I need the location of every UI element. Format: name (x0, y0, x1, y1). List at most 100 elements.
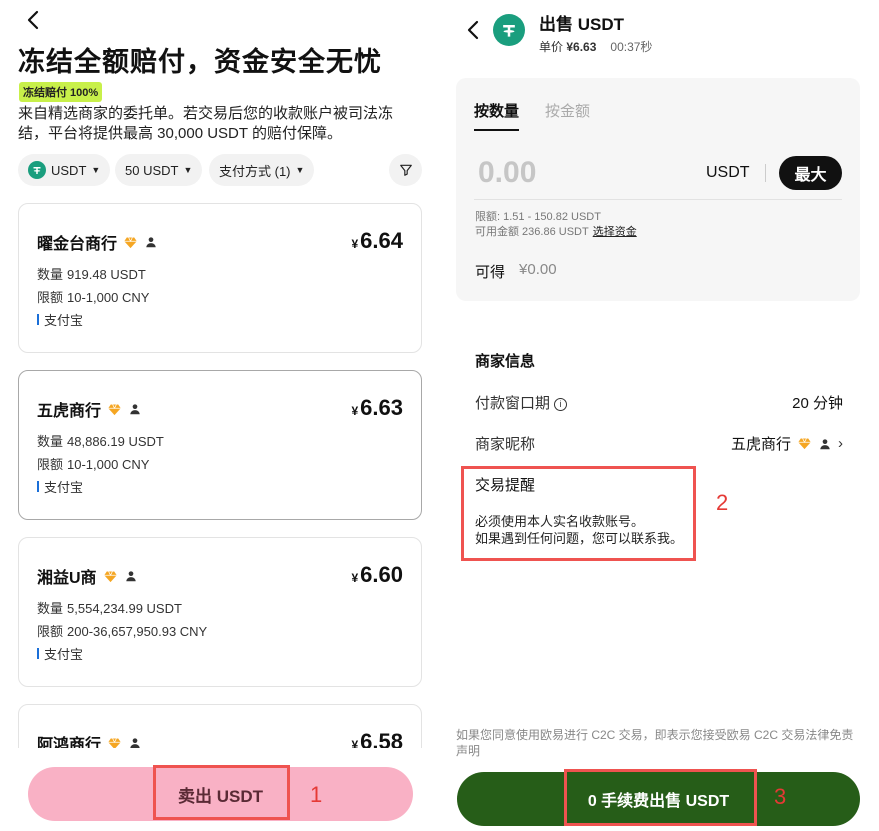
merchant-name: 五虎商行 (37, 403, 102, 420)
annotation-number-1: 1 (310, 782, 323, 807)
limit-label: 限额 (37, 624, 64, 639)
available-row: 可用金额 236.86 USDT 选择资金 (475, 225, 637, 240)
price-value: 6.63 (360, 395, 403, 420)
nickname-value-wrap: 五虎商行 › (731, 433, 843, 454)
merchant-info-title: 商家信息 (475, 353, 536, 370)
payment-color-bar (37, 648, 39, 659)
limit-value: 10-1,000 CNY (67, 290, 150, 305)
offer-list: 曜金台商行 ¥6.64 数量 919.48 USDT 限额 10-1,000 CNY… (18, 203, 422, 748)
filter-button[interactable] (389, 154, 422, 186)
quantity-value: 5,554,234.99 USDT (67, 601, 182, 616)
diamond-icon (798, 438, 811, 450)
currency-symbol: ¥ (351, 237, 359, 251)
verified-user-icon (125, 571, 136, 582)
offer-price: ¥6.60 (351, 562, 403, 588)
payment-method: 支付宝 (37, 310, 83, 329)
limit-value: 200-36,657,950.93 CNY (67, 624, 208, 639)
merchant-nickname-row[interactable]: 商家昵称 五虎商行 › (475, 433, 843, 454)
limit-text: 限额: 1.51 - 150.82 USDT (475, 211, 601, 223)
unit-price: 单价 ¥6.63 (539, 38, 596, 55)
merchant-list-screen: 冻结全额赔付，资金安全无忧 冻结赔付 100% 来自精选商家的委托单。若交易后您… (0, 0, 440, 831)
info-icon[interactable]: i (554, 398, 568, 411)
amount-input[interactable]: 0.00 (478, 156, 536, 190)
tab-by-quantity[interactable]: 按数量 (474, 100, 520, 131)
receive-label: 可得 (475, 264, 506, 281)
payment-window-row: 付款窗口期 i 20 分钟 (475, 392, 843, 413)
filter-bar: USDT ▼ 50 USDT ▼ 支付方式 (1) ▼ (18, 154, 422, 186)
payment-filter[interactable]: 支付方式 (1) ▼ (209, 154, 315, 186)
diamond-icon (103, 570, 117, 582)
price-value: 6.58 (360, 729, 403, 748)
annotation-box-1 (153, 765, 290, 820)
diamond-icon (108, 403, 121, 415)
unit-price-value: ¥6.63 (566, 40, 597, 54)
quantity-row: 数量 48,886.19 USDT (37, 431, 164, 450)
annotation-box-3 (564, 769, 757, 826)
quantity-label: 数量 (37, 434, 64, 449)
diamond-icon (124, 236, 137, 248)
payment-method: 支付宝 (37, 644, 83, 663)
payment-color-bar (37, 481, 39, 492)
tether-icon (28, 161, 46, 179)
payment-method-label: 支付宝 (44, 313, 84, 328)
payment-method: 支付宝 (37, 477, 83, 496)
quantity-row: 数量 5,554,234.99 USDT (37, 598, 182, 617)
merchant-name-row: 阿鸿商行 (37, 731, 142, 748)
receive-value: ¥0.00 (519, 261, 557, 278)
verified-user-icon (820, 438, 830, 449)
verified-user-icon (130, 738, 140, 748)
nickname-value: 五虎商行 (730, 436, 791, 453)
payment-method-label: 支付宝 (44, 480, 84, 495)
amount-filter-label: 50 USDT (125, 162, 179, 178)
limit-row: 限额 10-1,000 CNY (37, 454, 149, 473)
tab-by-amount[interactable]: 按金额 (545, 100, 590, 131)
trade-input-panel: 按数量 按金额 0.00 USDT 最大 限额: 1.51 - 150.82 U… (456, 78, 860, 301)
payment-window-label-wrap: 付款窗口期 i (475, 392, 568, 413)
compensation-badge: 冻结赔付 100% (19, 82, 103, 102)
annotation-number-2: 2 (716, 490, 729, 515)
quantity-label: 数量 (37, 601, 64, 616)
currency-symbol: ¥ (351, 738, 359, 748)
price-value: 6.60 (360, 562, 403, 587)
merchant-name: 湘益U商 (37, 570, 97, 587)
diamond-icon (108, 737, 121, 748)
page-title: 冻结全额赔付，资金安全无忧 (18, 47, 382, 77)
max-button[interactable]: 最大 (779, 156, 842, 190)
coin-filter[interactable]: USDT ▼ (18, 154, 111, 186)
legal-disclaimer: 如果您同意使用欧易进行 C2C 交易，即表示您接受欧易 C2C 交易法律免责声明 (456, 728, 854, 758)
sell-order-screen: 出售 USDT 单价 ¥6.63 00:37秒 按数量 按金额 0.00 USD… (440, 0, 879, 831)
select-funds-link[interactable]: 选择资金 (593, 226, 637, 238)
price-value: 6.64 (360, 228, 403, 253)
back-arrow-icon[interactable] (22, 8, 46, 32)
offer-card[interactable]: 湘益U商 ¥6.60 数量 5,554,234.99 USDT 限额 200-36,… (18, 537, 422, 687)
offer-card[interactable]: 阿鸿商行 ¥6.58 (18, 704, 422, 748)
offer-price: ¥6.64 (351, 228, 403, 254)
merchant-name-row: 五虎商行 (37, 397, 142, 421)
offer-card[interactable]: 曜金台商行 ¥6.64 数量 919.48 USDT 限额 10-1,000 CNY… (18, 203, 422, 353)
currency-symbol: ¥ (351, 404, 359, 418)
limit-label: 限额 (37, 457, 64, 472)
coin-filter-label: USDT (51, 162, 87, 178)
back-arrow-icon[interactable] (462, 18, 486, 42)
caret-down-icon: ▼ (91, 165, 101, 175)
caret-down-icon: ▼ (295, 165, 305, 175)
page-title: 出售 USDT (539, 15, 624, 34)
nickname-label: 商家昵称 (475, 436, 536, 453)
payment-method-label: 支付宝 (44, 647, 84, 662)
divider (474, 199, 842, 200)
chevron-right-icon: › (838, 435, 843, 452)
merchant-name-row: 湘益U商 (37, 564, 138, 588)
limits-info: 限额: 1.51 - 150.82 USDT 可用金额 236.86 USDT 选… (475, 210, 637, 240)
caret-down-icon: ▼ (183, 165, 193, 175)
merchant-name: 曜金台商行 (37, 236, 118, 253)
amount-filter[interactable]: 50 USDT ▼ (115, 154, 203, 186)
offer-price: ¥6.63 (351, 395, 403, 421)
quantity-value: 48,886.19 USDT (67, 434, 164, 449)
divider (765, 164, 766, 182)
merchant-name-row: 曜金台商行 (37, 230, 158, 254)
currency-symbol: ¥ (351, 571, 359, 585)
merchant-name: 阿鸿商行 (37, 737, 102, 748)
offer-card[interactable]: 五虎商行 ¥6.63 数量 48,886.19 USDT 限额 10-1,000 C… (18, 370, 422, 520)
quantity-label: 数量 (37, 267, 64, 282)
unit-price-row: 单价 ¥6.63 00:37秒 (539, 38, 652, 55)
